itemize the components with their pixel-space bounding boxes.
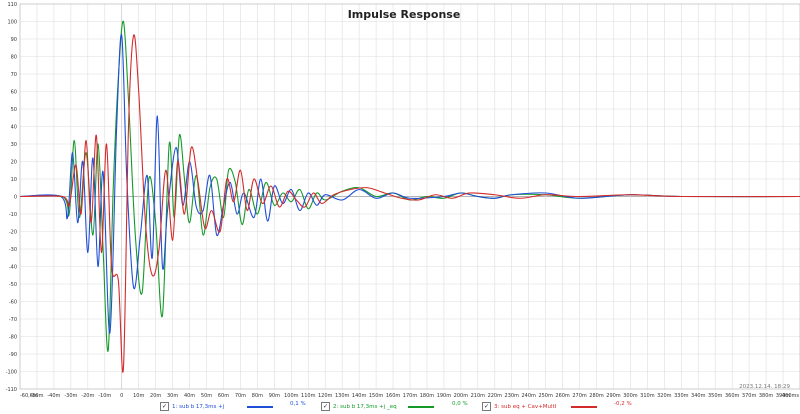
y-tick-label: 80 xyxy=(11,55,17,61)
legend-label: 2: sub b 17,3ms +j _eq xyxy=(333,403,397,410)
y-tick-label: -60 xyxy=(9,300,17,306)
legend-swatch xyxy=(408,406,434,408)
legend-label: 1: sub b 17,3ms +j xyxy=(172,403,225,410)
legend-checkbox[interactable]: ✓ xyxy=(321,402,330,411)
y-tick-label: -40 xyxy=(9,265,17,271)
y-tick-label: 50 xyxy=(11,107,17,113)
y-tick-label: -20 xyxy=(9,230,17,236)
y-tick-label: -10 xyxy=(9,212,17,218)
y-tick-label: 100 xyxy=(7,20,17,26)
y-tick-label: 60 xyxy=(11,90,17,96)
y-tick-label: 110 xyxy=(7,2,17,8)
y-tick-label: 30 xyxy=(11,142,17,148)
y-tick-label: -110 xyxy=(6,387,17,393)
legend-swatch xyxy=(247,406,273,408)
y-tick-label: -50 xyxy=(9,282,17,288)
chart-timestamp: 2023.12.14. 18:29 xyxy=(739,384,790,390)
legend-label: 3: sub eq + Cav+MultI xyxy=(494,403,557,410)
y-tick-label: -90 xyxy=(9,352,17,358)
legend-item-1[interactable]: ✓ 1: sub b 17,3ms +j xyxy=(160,401,224,412)
y-tick-label: 90 xyxy=(11,37,17,43)
y-tick-label: -70 xyxy=(9,317,17,323)
y-tick-label: -100 xyxy=(6,370,17,376)
legend-checkbox[interactable]: ✓ xyxy=(482,402,491,411)
legend-percent: 0,0 % xyxy=(452,401,468,407)
y-tick-label: 40 xyxy=(11,125,17,131)
legend-swatch xyxy=(571,406,597,408)
y-tick-label: 0 xyxy=(14,195,17,201)
legend-percent: -0,2 % xyxy=(614,401,632,407)
legend-percent: 0,1 % xyxy=(290,401,306,407)
chart-title: Impulse Response xyxy=(348,8,461,21)
legend: ✓ 1: sub b 17,3ms +j 0,1 % ✓ 2: sub b 17,3ms… xyxy=(0,399,800,414)
y-tick-label: 10 xyxy=(11,177,17,183)
y-tick-label: -30 xyxy=(9,247,17,253)
y-tick-label: -80 xyxy=(9,335,17,341)
impulse-response-chart: 110 100 90 80 70 60 50 40 30 20 10 0 -10 -20 -30 -40 -50… xyxy=(0,0,800,414)
legend-item-3[interactable]: ✓ 3: sub eq + Cav+MultI xyxy=(482,401,556,412)
y-tick-label: 70 xyxy=(11,72,17,78)
plot-area: 1101009080706050403020100-10-20-30-40-50… xyxy=(0,0,800,399)
legend-item-2[interactable]: ✓ 2: sub b 17,3ms +j _eq xyxy=(321,401,397,412)
legend-checkbox[interactable]: ✓ xyxy=(160,402,169,411)
y-tick-label: 20 xyxy=(11,160,17,166)
